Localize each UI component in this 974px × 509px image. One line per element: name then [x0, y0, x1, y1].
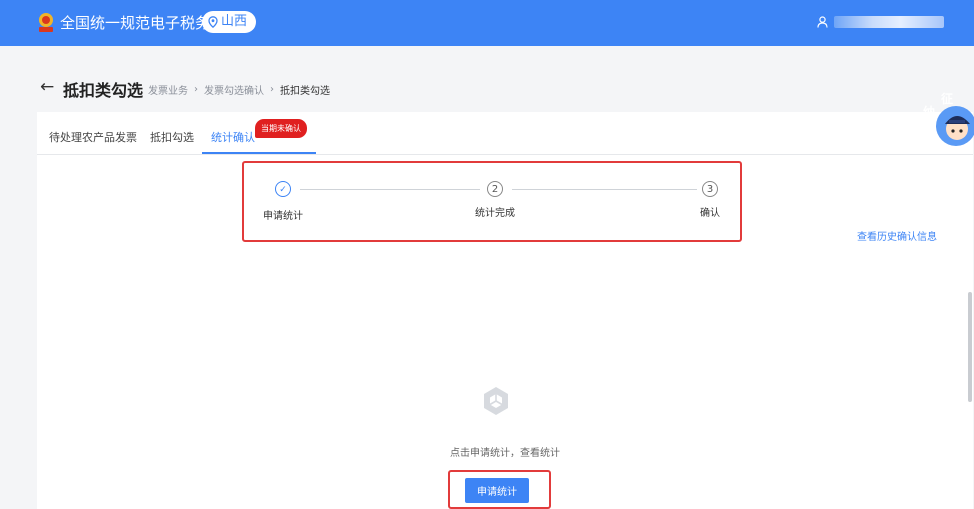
breadcrumb-separator: ›: [270, 84, 274, 95]
apply-statistics-button[interactable]: 申请统计: [465, 478, 529, 503]
active-tab-indicator: [202, 152, 316, 154]
back-arrow-icon[interactable]: ←: [40, 79, 54, 96]
tab-statistics-confirm[interactable]: 统计确认: [211, 129, 255, 145]
breadcrumb-item[interactable]: 发票勾选确认: [204, 82, 264, 97]
breadcrumb-item[interactable]: 发票业务: [148, 82, 188, 97]
top-navigation-bar: 全国统一规范电子税务局 山西: [0, 0, 974, 46]
breadcrumb: 发票业务 › 发票勾选确认 › 抵扣类勾选: [148, 82, 330, 97]
step-2-label: 统计完成: [475, 208, 515, 219]
tab-deduction-selection[interactable]: 抵扣勾选: [150, 129, 194, 145]
step-3-number: 3: [702, 181, 718, 197]
step-connector: [300, 189, 480, 190]
location-pin-icon: [208, 16, 218, 28]
region-selector[interactable]: 山西: [202, 11, 257, 33]
svg-text:互: 互: [920, 121, 932, 135]
unconfirmed-badge: 当期未确认: [255, 119, 307, 138]
region-label: 山西: [221, 14, 248, 29]
tab-pending-agri-invoices[interactable]: 待处理农产品发票: [49, 129, 137, 145]
empty-state-text: 点击申请统计，查看统计: [450, 448, 560, 459]
main-panel: 待处理农产品发票 抵扣勾选 统计确认 当期未确认 ✓ 2 3 申请统计 统计完成…: [37, 112, 973, 509]
page-header: ← 抵扣类勾选 发票业务 › 发票勾选确认 › 抵扣类勾选: [0, 62, 974, 106]
user-menu[interactable]: [817, 16, 944, 28]
step-connector: [512, 189, 697, 190]
empty-box-icon: [484, 387, 508, 415]
app-title[interactable]: 全国统一规范电子税务局: [60, 13, 225, 33]
svg-text:征: 征: [941, 91, 953, 106]
steps-highlight-box: [242, 161, 742, 242]
assistant-avatar-icon[interactable]: 征 纳 互 动: [916, 86, 974, 152]
step-1-label: 申请统计: [263, 211, 303, 222]
breadcrumb-current: 抵扣类勾选: [280, 86, 330, 97]
user-icon: [817, 16, 828, 28]
step-2-number: 2: [487, 181, 503, 197]
step-3-label: 确认: [700, 208, 720, 219]
step-1-check-icon: ✓: [275, 181, 291, 197]
view-history-link[interactable]: 查看历史确认信息: [857, 228, 937, 243]
user-name-redacted: [834, 16, 944, 28]
svg-text:纳: 纳: [923, 104, 935, 119]
tab-bar: 待处理农产品发票 抵扣勾选 统计确认 当期未确认: [37, 112, 973, 155]
svg-text:动: 动: [929, 137, 941, 151]
vertical-scrollbar[interactable]: [968, 292, 972, 402]
page-title: 抵扣类勾选: [63, 81, 144, 100]
tax-emblem-icon: [39, 13, 53, 32]
breadcrumb-separator: ›: [194, 84, 198, 95]
